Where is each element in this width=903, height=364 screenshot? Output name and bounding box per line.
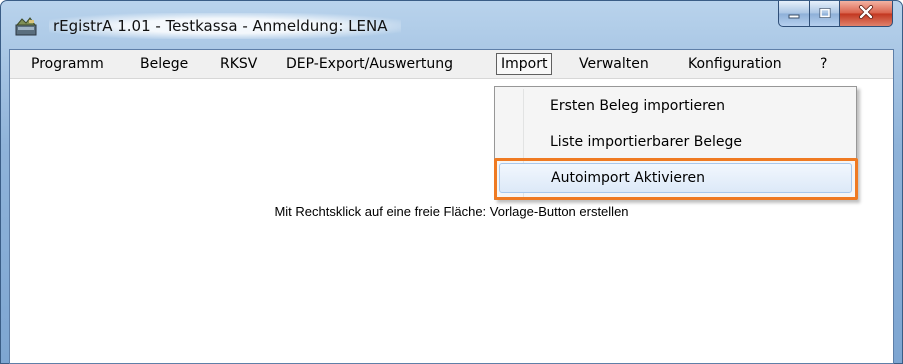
menu-dep-export[interactable]: DEP-Export/Auswertung: [286, 54, 453, 74]
menu-bar: Programm Belege RKSV DEP-Export/Auswertu…: [10, 50, 893, 79]
menu-item-liste-importierbarer-belege[interactable]: Liste importierbarer Belege: [499, 127, 852, 157]
annotation-highlight-box: [494, 158, 858, 200]
menu-rksv[interactable]: RKSV: [220, 54, 257, 74]
menu-belege[interactable]: Belege: [140, 54, 188, 74]
maximize-icon: [818, 4, 832, 23]
close-icon: [858, 4, 874, 23]
menu-verwalten[interactable]: Verwalten: [579, 54, 649, 74]
close-button[interactable]: [840, 1, 893, 27]
minimize-icon: [787, 4, 801, 23]
cash-register-icon[interactable]: [14, 17, 38, 37]
menu-import[interactable]: Import: [496, 53, 553, 75]
minimize-button[interactable]: [778, 1, 810, 27]
menu-konfiguration[interactable]: Konfiguration: [688, 54, 782, 74]
empty-area-hint: Mit Rechtsklick auf eine freie Fläche: V…: [274, 204, 629, 219]
title-bar[interactable]: rEgistrA 1.01 - Testkassa - Anmeldung: L…: [1, 1, 902, 49]
maximize-button[interactable]: [810, 1, 840, 27]
window-title: rEgistrA 1.01 - Testkassa - Anmeldung: L…: [49, 13, 402, 39]
menu-help[interactable]: ?: [820, 54, 827, 74]
caption-buttons: [778, 1, 893, 29]
menu-item-ersten-beleg-importieren[interactable]: Ersten Beleg importieren: [499, 91, 852, 121]
menu-programm[interactable]: Programm: [31, 54, 104, 74]
